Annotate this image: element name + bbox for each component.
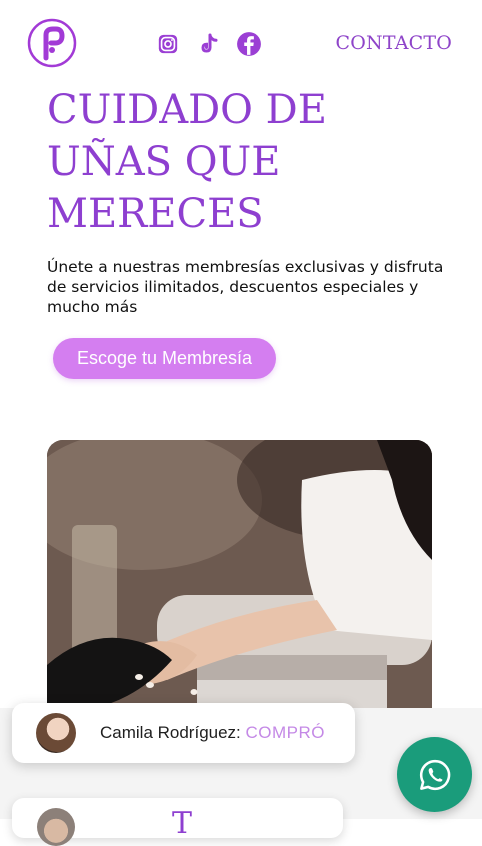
- purchase-notification[interactable]: Camila Rodríguez: COMPRÓ: [12, 703, 355, 763]
- manicure-illustration: [47, 440, 432, 748]
- customer-avatar-secondary: [37, 808, 75, 846]
- brand-logo[interactable]: [27, 18, 77, 68]
- whatsapp-icon: [419, 759, 450, 790]
- hero-title-line-1: CUIDADO DE: [47, 87, 327, 133]
- customer-avatar: [36, 713, 76, 753]
- purchase-status: COMPRÓ: [245, 723, 326, 742]
- tiktok-icon[interactable]: [195, 31, 221, 57]
- purchase-notification-secondary[interactable]: T: [12, 798, 343, 846]
- facebook-icon[interactable]: [236, 31, 262, 57]
- hero-title-line-2: UÑAS QUE: [47, 139, 281, 185]
- whatsapp-button[interactable]: [397, 737, 472, 812]
- section-heading-peek: T: [172, 806, 193, 841]
- customer-name: Camila Rodríguez:: [100, 723, 241, 742]
- hero-title-line-3: MERECES: [47, 191, 264, 237]
- brand-logo-p-icon: [27, 18, 77, 68]
- hero-nail-care-photo: [47, 440, 432, 748]
- hero-description: Únete a nuestras membresías exclusivas y…: [47, 258, 444, 316]
- notification-text: Camila Rodríguez: COMPRÓ: [100, 723, 325, 743]
- choose-membership-button[interactable]: Escoge tu Membresía: [53, 338, 276, 379]
- contact-link[interactable]: CONTACTO: [336, 32, 452, 54]
- instagram-icon[interactable]: [155, 31, 181, 57]
- site-header: CONTACTO: [0, 0, 482, 90]
- hero-title: CUIDADO DE UÑAS QUE MERECES: [47, 84, 377, 240]
